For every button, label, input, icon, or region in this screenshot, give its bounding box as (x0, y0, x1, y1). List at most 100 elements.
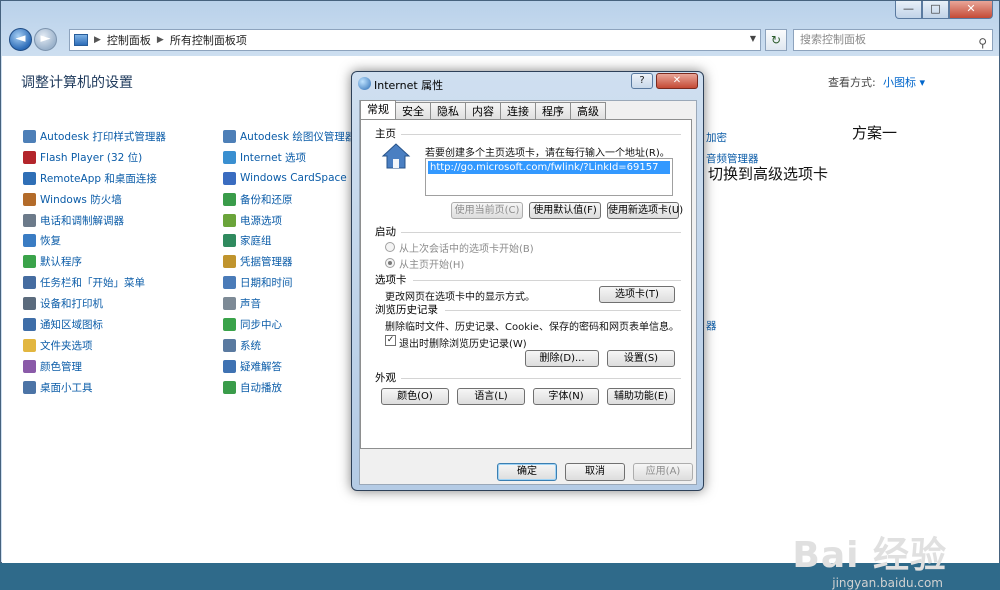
list-item-label: 文件夹选项 (40, 339, 93, 352)
list-item[interactable]: 桌面小工具 (23, 377, 166, 398)
address-bar[interactable]: ▶ 控制面板 ▶ 所有控制面板项 ▼ (69, 29, 761, 51)
list-item[interactable]: 家庭组 (223, 230, 355, 251)
list-item-label: 任务栏和「开始」菜单 (40, 277, 145, 290)
view-by-dropdown[interactable]: 小图标 ▾ (883, 74, 925, 90)
list-item[interactable]: 系统 (223, 335, 355, 356)
list-item-label: 疑难解答 (240, 360, 282, 373)
control-panel-item-icon (223, 192, 236, 206)
use-default-button[interactable]: 使用默认值(F) (529, 202, 601, 219)
breadcrumb-all-items[interactable]: 所有控制面板项 (170, 32, 247, 48)
list-item-label: 电话和调制解调器 (40, 214, 124, 227)
divider (401, 378, 681, 379)
list-item[interactable]: Internet 选项 (223, 147, 355, 168)
list-item-label: 日期和时间 (240, 277, 293, 290)
list-item-partial[interactable]: 器 (706, 318, 717, 333)
window-caption-buttons: — □ ✕ (895, 1, 993, 19)
list-item-label: 默认程序 (40, 256, 82, 269)
languages-button[interactable]: 语言(L) (457, 388, 525, 405)
list-item[interactable]: 默认程序 (23, 251, 166, 272)
tabs-settings-button[interactable]: 选项卡(T) (599, 286, 675, 303)
list-item[interactable]: 设备和打印机 (23, 293, 166, 314)
list-item[interactable]: 任务栏和「开始」菜单 (23, 272, 166, 293)
list-item-label: Windows 防火墙 (40, 193, 122, 206)
control-panel-item-icon (23, 276, 36, 290)
tab-privacy[interactable]: 隐私 (430, 102, 466, 120)
list-item[interactable]: 备份和还原 (223, 189, 355, 210)
delete-on-exit-checkbox[interactable]: ✓ (385, 335, 396, 346)
divider (401, 134, 681, 135)
list-item-label: 设备和打印机 (40, 298, 103, 311)
tab-general[interactable]: 常规 (360, 100, 396, 120)
search-icon[interactable]: ⚲ (978, 33, 987, 53)
list-item[interactable]: 颜色管理 (23, 356, 166, 377)
list-item[interactable]: 恢复 (23, 230, 166, 251)
minimize-button[interactable]: — (895, 1, 922, 19)
list-item[interactable]: 疑难解答 (223, 356, 355, 377)
control-panel-item-icon (223, 150, 236, 164)
list-item[interactable]: 声音 (223, 293, 355, 314)
tab-advanced[interactable]: 高级 (570, 102, 606, 120)
list-item-label: 自动播放 (240, 381, 282, 394)
tab-connections[interactable]: 连接 (500, 102, 536, 120)
control-panel-item-icon (223, 359, 236, 373)
history-settings-button[interactable]: 设置(S) (607, 350, 675, 367)
startup-last-session-label: 从上次会话中的选项卡开始(B) (399, 244, 534, 255)
homepage-url-textarea[interactable]: http://go.microsoft.com/fwlink/?LinkId=6… (425, 158, 673, 196)
list-item-label: 系统 (240, 339, 261, 352)
list-item[interactable]: Autodesk 绘图仪管理器 (223, 126, 355, 147)
control-panel-item-icon (23, 150, 36, 164)
list-item[interactable]: 电话和调制解调器 (23, 210, 166, 231)
annotation-note: 切换到高级选项卡 (708, 165, 829, 183)
annotation-plan: 方案一 (852, 124, 898, 142)
list-item-label: Internet 选项 (240, 151, 307, 164)
list-item[interactable]: RemoteApp 和桌面连接 (23, 168, 166, 189)
accessibility-button[interactable]: 辅助功能(E) (607, 388, 675, 405)
cancel-button[interactable]: 取消 (565, 463, 625, 481)
tabs-description: 更改网页在选项卡中的显示方式。 (385, 292, 535, 303)
list-item[interactable]: 自动播放 (223, 377, 355, 398)
maximize-button[interactable]: □ (922, 1, 949, 19)
list-item[interactable]: 文件夹选项 (23, 335, 166, 356)
refresh-button[interactable]: ↻ (765, 29, 787, 51)
list-item[interactable]: 通知区域图标 (23, 314, 166, 335)
startup-homepage-radio[interactable] (385, 258, 395, 268)
use-new-tab-button[interactable]: 使用新选项卡(U) (607, 202, 683, 219)
homepage-group-label: 主页 (375, 128, 396, 140)
list-item[interactable]: 日期和时间 (223, 272, 355, 293)
list-item[interactable]: 凭据管理器 (223, 251, 355, 272)
control-panel-icon (74, 34, 88, 46)
list-item[interactable]: Autodesk 打印样式管理器 (23, 126, 166, 147)
ok-button[interactable]: 确定 (497, 463, 557, 481)
startup-last-session-radio[interactable] (385, 242, 395, 252)
delete-history-button[interactable]: 删除(D)... (525, 350, 599, 367)
use-current-button[interactable]: 使用当前页(C) (451, 202, 523, 219)
breadcrumb-control-panel[interactable]: 控制面板 (107, 32, 151, 48)
tab-content[interactable]: 内容 (465, 102, 501, 120)
chevron-down-icon[interactable]: ▼ (750, 34, 756, 43)
tab-security[interactable]: 安全 (395, 102, 431, 120)
tab-programs[interactable]: 程序 (535, 102, 571, 120)
list-item[interactable]: Windows 防火墙 (23, 189, 166, 210)
control-panel-item-icon (223, 297, 236, 311)
list-item[interactable]: 电源选项 (223, 210, 355, 231)
control-panel-item-icon (223, 213, 236, 227)
list-item-label: Flash Player (32 位) (40, 151, 143, 164)
search-input[interactable]: 搜索控制面板 ⚲ (793, 29, 993, 51)
control-panel-item-icon (23, 297, 36, 311)
list-item[interactable]: Flash Player (32 位) (23, 147, 166, 168)
fonts-button[interactable]: 字体(N) (533, 388, 599, 405)
apply-button[interactable]: 应用(A) (633, 463, 693, 481)
list-item-label: 恢复 (40, 235, 61, 248)
tab-strip: 常规 安全 隐私 内容 连接 程序 高级 (360, 100, 606, 120)
colors-button[interactable]: 颜色(O) (381, 388, 449, 405)
close-button[interactable]: ✕ (949, 1, 993, 19)
dialog-close-button[interactable]: ✕ (656, 73, 698, 89)
control-panel-item-icon (223, 129, 236, 143)
control-panel-item-icon (223, 255, 236, 269)
baidu-watermark: Bai 经验 (792, 535, 947, 576)
list-item[interactable]: Windows CardSpace (223, 168, 355, 189)
help-button[interactable]: ? (631, 73, 653, 89)
list-item[interactable]: 同步中心 (223, 314, 355, 335)
forward-button[interactable]: ► (34, 28, 57, 51)
back-button[interactable]: ◄ (9, 28, 32, 51)
